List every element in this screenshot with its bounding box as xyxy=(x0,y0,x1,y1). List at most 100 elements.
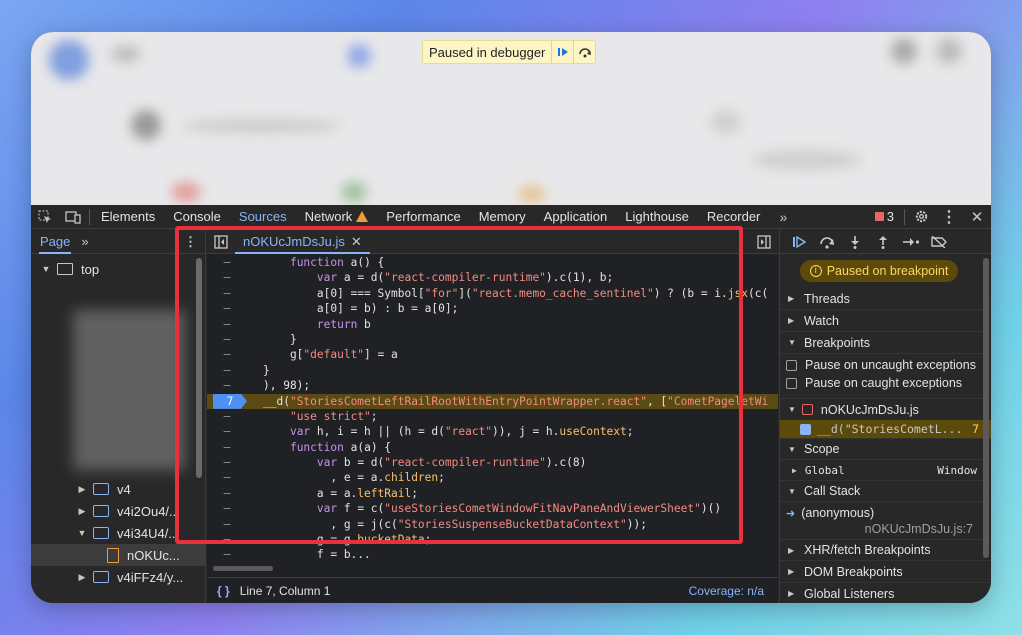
code-line[interactable]: – , g = j(c("StoriesSuspenseBucketDataCo… xyxy=(207,517,778,532)
code-line[interactable]: – "use strict"; xyxy=(207,409,778,424)
toggle-debugger-pane-icon[interactable] xyxy=(750,230,778,254)
line-gutter[interactable]: – xyxy=(207,440,247,455)
tree-item-folder[interactable]: ▼ v4i34U4/... xyxy=(31,522,205,544)
pause-caught-row[interactable]: Pause on caught exceptions xyxy=(780,374,991,392)
line-gutter[interactable]: – xyxy=(207,517,247,532)
code-line[interactable]: – var h, i = h || (h = d("react")), j = … xyxy=(207,424,778,439)
code-line[interactable]: – function a(a) { xyxy=(207,440,778,455)
step-over-icon[interactable] xyxy=(573,41,595,63)
line-gutter[interactable]: – xyxy=(207,532,247,547)
tab-elements[interactable]: Elements xyxy=(92,205,164,229)
tab-performance[interactable]: Performance xyxy=(377,205,469,229)
tab-recorder[interactable]: Recorder xyxy=(698,205,769,229)
line-gutter[interactable]: – xyxy=(207,470,247,485)
code-line[interactable]: –), 98); xyxy=(207,378,778,393)
error-count-badge[interactable]: 3 xyxy=(867,209,902,224)
line-gutter[interactable]: – xyxy=(207,301,247,316)
more-options-icon[interactable]: ⋮ xyxy=(935,205,963,229)
current-frame-arrow-icon: ➜ xyxy=(786,507,796,520)
close-devtools-icon[interactable]: ✕ xyxy=(963,205,991,229)
section-global-listeners[interactable]: ▶ Global Listeners xyxy=(780,583,991,603)
tree-item-folder[interactable]: ▶ v4iFFz4/y... xyxy=(31,566,205,588)
breakpoint-entry[interactable]: __d("StoriesCometL... 7 xyxy=(780,420,991,438)
tree-item-file-selected[interactable]: nOKUc... xyxy=(31,544,205,566)
line-gutter[interactable]: – xyxy=(207,501,247,516)
code-line[interactable]: – var a = d("react-compiler-runtime").c(… xyxy=(207,270,778,285)
section-dom-breakpoints[interactable]: ▶ DOM Breakpoints xyxy=(780,561,991,583)
breakpoint-file-row[interactable]: ▼ nOKUcJmDsJu.js xyxy=(780,398,991,420)
tab-sources[interactable]: Sources xyxy=(229,205,296,229)
step-into-icon[interactable] xyxy=(842,230,868,254)
line-gutter[interactable]: – xyxy=(207,255,247,270)
breakpoint-marker[interactable]: 7 xyxy=(213,393,247,409)
code-line[interactable]: – g = g.bucketData; xyxy=(207,532,778,547)
close-file-tab-icon[interactable]: ✕ xyxy=(351,230,362,252)
line-gutter[interactable]: – xyxy=(207,547,247,562)
code-line[interactable]: – var b = d("react-compiler-runtime").c(… xyxy=(207,455,778,470)
section-breakpoints[interactable]: ▼ Breakpoints xyxy=(780,332,991,354)
code-line[interactable]: – var f = c("useStoriesCometWindowFitNav… xyxy=(207,501,778,516)
code-line[interactable]: – , e = a.children; xyxy=(207,470,778,485)
device-toolbar-icon[interactable] xyxy=(59,205,87,229)
section-scope[interactable]: ▼ Scope xyxy=(780,438,991,460)
settings-gear-icon[interactable] xyxy=(907,205,935,229)
more-tabs-chevron-icon[interactable]: » xyxy=(769,205,797,229)
section-watch[interactable]: ▶ Watch xyxy=(780,310,991,332)
tab-console[interactable]: Console xyxy=(164,205,230,229)
inspect-element-icon[interactable] xyxy=(31,205,59,229)
line-gutter[interactable]: – xyxy=(207,332,247,347)
navigator-more-chevron-icon[interactable]: » xyxy=(81,234,88,249)
code-line[interactable]: – a[0] = b) : b = a[0]; xyxy=(207,301,778,316)
section-call-stack[interactable]: ▼ Call Stack xyxy=(780,480,991,502)
code-line[interactable]: – a[0] === Symbol["for"]("react.memo_cac… xyxy=(207,286,778,301)
code-line[interactable]: – a = a.leftRail; xyxy=(207,486,778,501)
line-gutter[interactable]: – xyxy=(207,347,247,362)
code-line[interactable]: – } xyxy=(207,332,778,347)
line-gutter[interactable]: – xyxy=(207,286,247,301)
line-gutter[interactable]: – xyxy=(207,378,247,393)
step-over-icon[interactable] xyxy=(814,230,840,254)
navigator-menu-icon[interactable]: ⋮ xyxy=(184,234,197,250)
navigator-tab-page[interactable]: Page xyxy=(39,230,72,254)
pause-uncaught-checkbox[interactable] xyxy=(786,359,797,371)
section-xhr-breakpoints[interactable]: ▶ XHR/fetch Breakpoints xyxy=(780,539,991,561)
tab-memory[interactable]: Memory xyxy=(470,205,535,229)
code-line[interactable]: – g["default"] = a xyxy=(207,347,778,362)
resume-icon[interactable] xyxy=(551,41,573,63)
tree-item-folder[interactable]: ▶ v4 xyxy=(31,478,205,500)
code-line-breakpoint[interactable]: 7 __d("StoriesCometLeftRailRootWithEntryP… xyxy=(207,393,778,409)
line-gutter[interactable]: – xyxy=(207,317,247,332)
tree-item-folder[interactable]: ▶ v4i2Ou4/... xyxy=(31,500,205,522)
scope-global-row[interactable]: ▶ Global Window xyxy=(780,460,991,480)
tab-network[interactable]: Network xyxy=(296,205,378,229)
editor-horizontal-scrollbar[interactable] xyxy=(213,566,273,571)
code-line[interactable]: – return b xyxy=(207,317,778,332)
line-gutter[interactable]: – xyxy=(207,409,247,424)
toggle-navigator-icon[interactable] xyxy=(207,230,235,254)
section-threads[interactable]: ▶ Threads xyxy=(780,288,991,310)
line-gutter[interactable]: – xyxy=(207,424,247,439)
code-line[interactable]: – f = b... xyxy=(207,547,778,562)
breakpoint-checkbox[interactable] xyxy=(800,423,811,435)
line-gutter[interactable]: – xyxy=(207,270,247,285)
step-out-icon[interactable] xyxy=(870,230,896,254)
line-gutter[interactable]: – xyxy=(207,486,247,501)
code-area[interactable]: – function a() {– var a = d("react-compi… xyxy=(207,255,778,565)
debugger-scrollbar[interactable] xyxy=(983,258,989,558)
navigator-scrollbar[interactable] xyxy=(196,258,202,478)
line-gutter[interactable]: – xyxy=(207,363,247,378)
tree-item-top[interactable]: ▼ top xyxy=(31,258,205,280)
tab-application[interactable]: Application xyxy=(535,205,617,229)
pause-caught-checkbox[interactable] xyxy=(786,377,797,389)
step-icon[interactable] xyxy=(898,230,924,254)
line-gutter[interactable]: – xyxy=(207,455,247,470)
tab-lighthouse[interactable]: Lighthouse xyxy=(616,205,698,229)
pretty-print-icon[interactable]: { } xyxy=(217,584,230,598)
call-frame[interactable]: ➜ (anonymous) nOKUcJmDsJu.js:7 xyxy=(780,502,991,539)
deactivate-breakpoints-icon[interactable] xyxy=(926,230,952,254)
pause-uncaught-row[interactable]: Pause on uncaught exceptions xyxy=(780,356,991,374)
editor-file-tab[interactable]: nOKUcJmDsJu.js ✕ xyxy=(235,230,370,254)
code-line[interactable]: – function a() { xyxy=(207,255,778,270)
code-line[interactable]: –} xyxy=(207,363,778,378)
resume-icon[interactable] xyxy=(786,230,812,254)
